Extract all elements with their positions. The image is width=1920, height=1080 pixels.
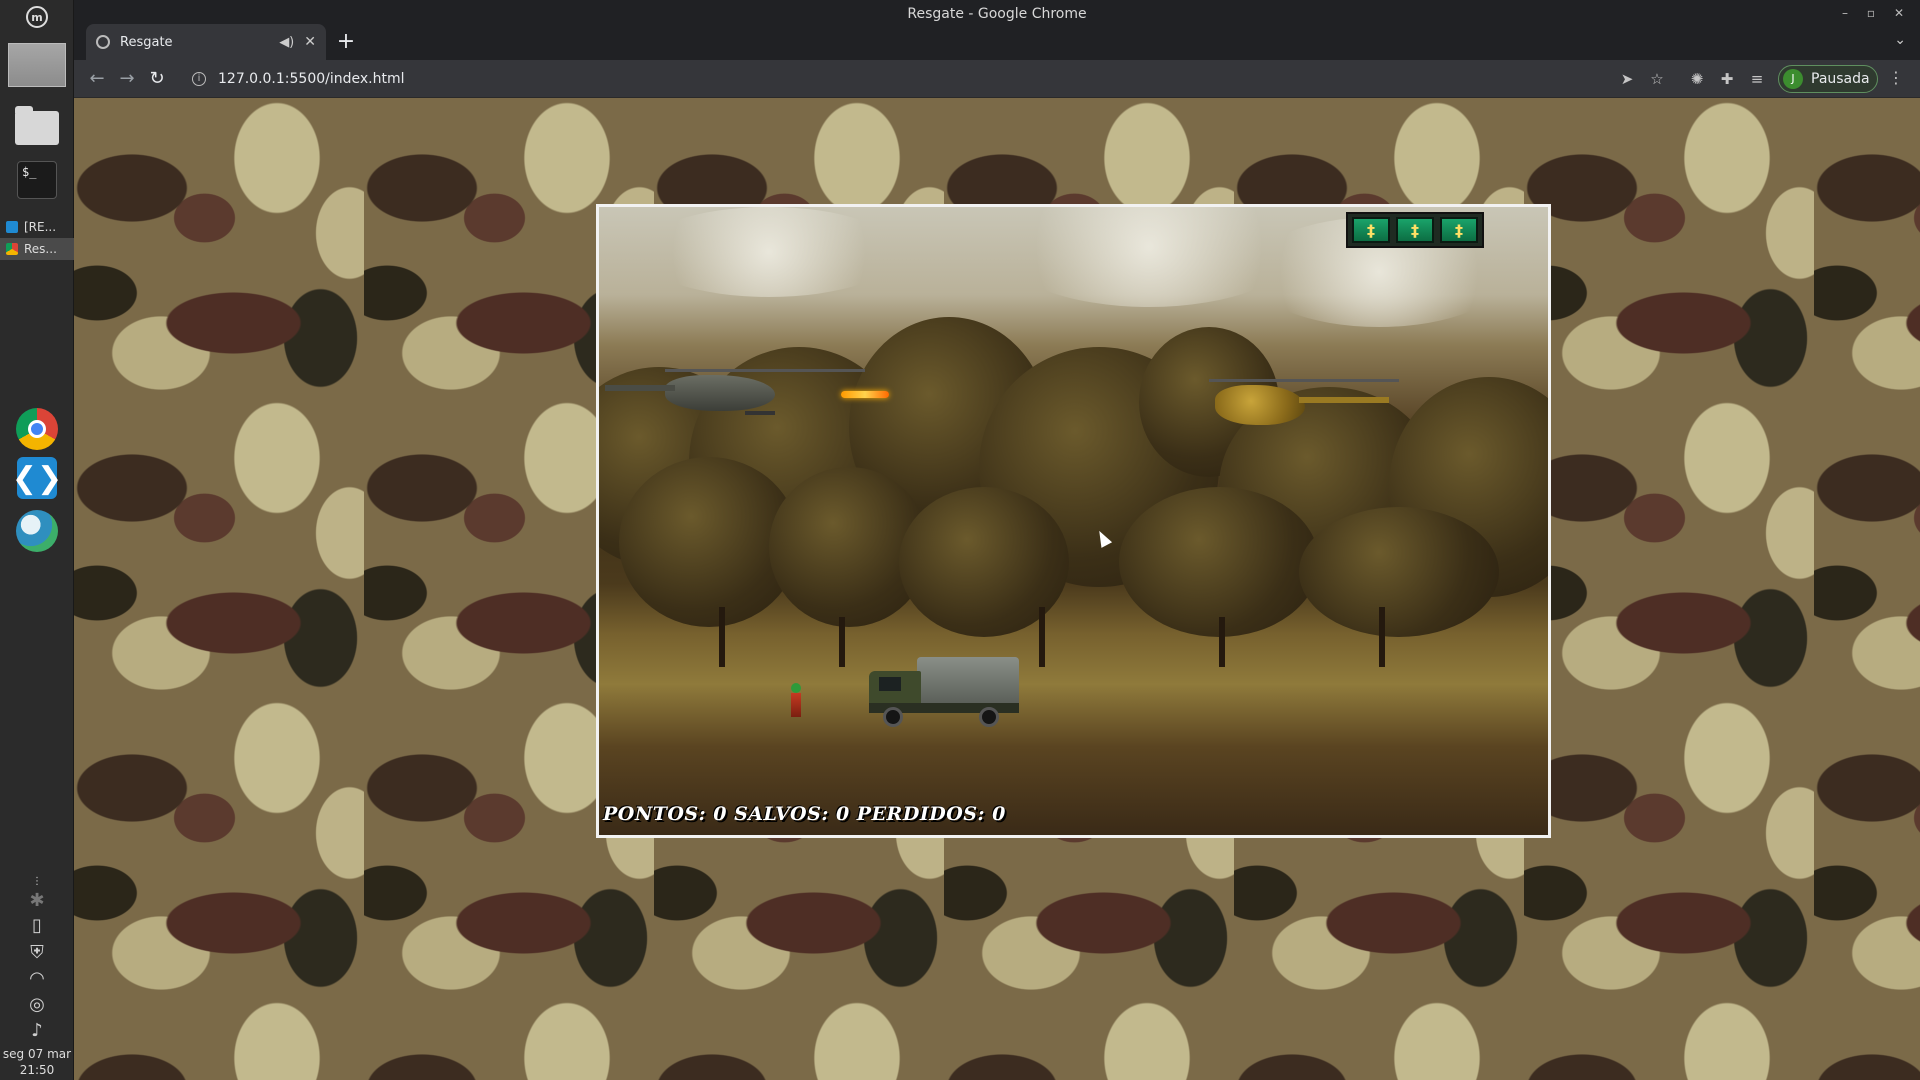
desktop-panel: m $_ [RE... Res... ❮❯ ⋮ ✱ ▯ ⛨ ◠ ◎ ♪ seg … <box>0 0 74 1080</box>
folder-icon <box>15 106 59 145</box>
vscode-icon <box>6 221 18 233</box>
panel-handle-icon[interactable]: ⋮ <box>0 876 74 887</box>
terminal-icon: $_ <box>17 161 57 199</box>
files-launcher[interactable] <box>0 106 74 148</box>
avatar: J <box>1783 69 1803 89</box>
bluetooth-icon[interactable]: ✱ <box>0 890 74 911</box>
task-vscode[interactable]: [RE... <box>0 216 74 238</box>
vscode-icon: ❮❯ <box>12 457 62 499</box>
close-window-icon[interactable]: ✕ <box>1890 4 1908 22</box>
mint-logo-icon: m <box>26 6 48 28</box>
menu-button[interactable]: m <box>0 2 74 32</box>
workspace-thumbnail[interactable] <box>0 40 74 90</box>
helicopter-skid <box>745 411 775 415</box>
tree <box>1119 487 1319 637</box>
helicopter-rotor <box>1209 379 1399 382</box>
vscode-launcher[interactable]: ❮❯ <box>0 455 74 501</box>
truck-cargo <box>917 657 1019 703</box>
more-menu-icon[interactable]: ⋮ <box>1888 68 1904 87</box>
lives-panel: ‡ ‡ ‡ <box>1346 212 1484 248</box>
back-icon[interactable]: ← <box>86 68 108 90</box>
player-helicopter <box>605 357 865 427</box>
browser-launcher[interactable] <box>0 508 74 554</box>
soldier-life-icon: ‡ <box>1440 217 1478 243</box>
clock[interactable]: seg 07 mar 21:50 <box>0 1046 74 1078</box>
game-board[interactable]: ‡ ‡ ‡ PONTOS: 0 SALVOS: 0 PERDIDOS: 0 <box>596 204 1551 838</box>
page-viewport: ‡ ‡ ‡ PONTOS: 0 SALVOS: 0 PERDIDOS: 0 <box>74 98 1920 1080</box>
battery-icon[interactable]: ▯ <box>0 915 74 936</box>
soldier-head <box>791 683 801 693</box>
tree-trunk <box>839 617 845 667</box>
new-tab-button[interactable]: + <box>332 28 360 56</box>
task-label: Res... <box>24 242 57 256</box>
globe-icon <box>96 35 110 49</box>
site-info-icon[interactable]: i <box>192 72 206 86</box>
workspace-preview <box>8 43 66 87</box>
chrome-launcher[interactable] <box>0 406 74 452</box>
helicopter-body <box>665 375 775 411</box>
score-display: PONTOS: 0 SALVOS: 0 PERDIDOS: 0 <box>603 803 1006 825</box>
tab-search-icon[interactable]: ⌄ <box>1894 32 1906 48</box>
truck-window <box>879 677 901 691</box>
friendly-truck <box>869 657 1021 727</box>
terminal-launcher[interactable]: $_ <box>0 160 74 200</box>
close-tab-icon[interactable]: ✕ <box>304 34 316 50</box>
missile-shot <box>841 391 889 398</box>
tab-strip: Resgate ◀) ✕ + ⌄ <box>74 24 1920 60</box>
soldier-body <box>791 693 801 717</box>
cloud <box>639 207 899 297</box>
helicopter-tail <box>1299 397 1389 403</box>
network-icon[interactable]: ◎ <box>0 994 74 1015</box>
url-text[interactable]: 127.0.0.1:5500/index.html <box>218 71 405 87</box>
address-bar[interactable]: i 127.0.0.1:5500/index.html <box>178 64 1678 94</box>
maximize-icon[interactable]: ▫ <box>1862 4 1880 22</box>
enemy-helicopter <box>1209 365 1399 435</box>
helicopter-tail <box>605 385 675 391</box>
soldier-life-icon: ‡ <box>1396 217 1434 243</box>
truck-wheel <box>883 707 903 727</box>
clock-date: seg 07 mar <box>2 1047 72 1061</box>
tree-trunk <box>1039 607 1045 667</box>
clock-time: 21:50 <box>19 1063 55 1077</box>
volume-muted-icon[interactable]: ♪ <box>0 1020 74 1041</box>
tree <box>1299 507 1499 637</box>
extension-icon[interactable]: ✺ <box>1686 68 1708 90</box>
profile-button[interactable]: J Pausada <box>1778 65 1878 93</box>
tab-resgate[interactable]: Resgate ◀) ✕ <box>86 24 326 60</box>
shield-icon[interactable]: ⛨ <box>0 942 74 963</box>
tree-trunk <box>1379 607 1385 667</box>
forward-icon[interactable]: → <box>116 68 138 90</box>
chrome-icon <box>6 243 18 255</box>
task-label: [RE... <box>24 220 57 234</box>
window-title: Resgate - Google Chrome <box>907 6 1087 22</box>
tab-title: Resgate <box>120 34 173 50</box>
reload-icon[interactable]: ↻ <box>146 68 168 90</box>
wifi-icon[interactable]: ◠ <box>0 968 74 989</box>
task-chrome[interactable]: Res... <box>0 238 74 260</box>
helicopter-body <box>1215 385 1305 425</box>
send-icon[interactable]: ➤ <box>1616 68 1638 90</box>
tree-trunk <box>1219 617 1225 667</box>
web-browser-icon <box>16 510 58 552</box>
profile-status: Pausada <box>1811 71 1870 87</box>
audio-playing-icon[interactable]: ◀) <box>279 35 294 50</box>
bookmark-star-icon[interactable]: ☆ <box>1646 68 1668 90</box>
soldier-life-icon: ‡ <box>1352 217 1390 243</box>
puzzle-icon[interactable]: ✚ <box>1716 68 1738 90</box>
helicopter-rotor <box>665 369 865 372</box>
truck-wheel <box>979 707 999 727</box>
tree-trunk <box>719 607 725 667</box>
media-queue-icon[interactable]: ≡ <box>1746 68 1768 90</box>
minimize-icon[interactable]: – <box>1836 4 1854 22</box>
browser-toolbar: ← → ↻ i 127.0.0.1:5500/index.html ➤ ☆ ✺ … <box>74 60 1920 98</box>
chrome-icon <box>16 408 58 450</box>
soldier <box>791 683 803 717</box>
